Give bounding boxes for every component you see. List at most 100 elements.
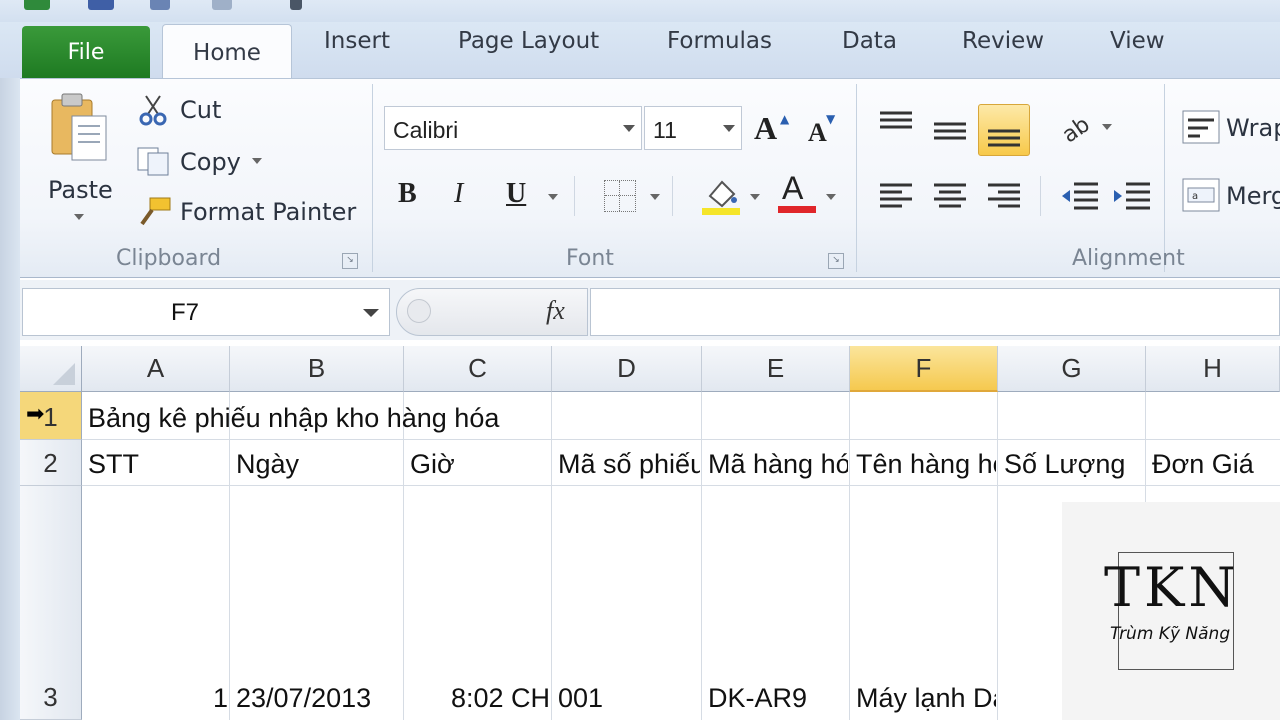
column-header-g[interactable]: G	[998, 346, 1146, 392]
underline-button[interactable]: U	[506, 178, 526, 210]
orientation-dropdown-icon[interactable]	[1102, 124, 1112, 130]
column-header-f[interactable]: F	[850, 346, 998, 392]
watermark-subtitle: Trùm Kỹ Năng	[1110, 624, 1231, 644]
wrap-text-icon[interactable]	[1182, 110, 1220, 144]
cell-d2[interactable]: Mã số phiếu	[558, 446, 700, 482]
cell-e2[interactable]: Mã hàng hóa	[708, 446, 848, 482]
save-icon[interactable]	[88, 0, 114, 10]
alignment-group-label: Alignment	[1072, 246, 1185, 271]
qat-customize-icon[interactable]	[290, 0, 302, 10]
shrink-arrow-icon: ▼	[826, 112, 836, 126]
cell-f2[interactable]: Tên hàng hóa	[856, 446, 996, 482]
expand-handle-icon[interactable]	[407, 299, 431, 323]
font-color-bar	[778, 206, 816, 213]
svg-text:a: a	[1192, 191, 1198, 202]
align-center-icon[interactable]	[934, 182, 966, 210]
row-header-3[interactable]: 3	[20, 486, 82, 720]
name-box[interactable]: F7	[22, 288, 390, 336]
cursor-arrow-icon: ➡	[26, 402, 45, 427]
clipboard-launcher-icon[interactable]: ↘	[342, 253, 358, 269]
column-header-a[interactable]: A	[82, 346, 230, 392]
cell-g2[interactable]: Số Lượng	[1004, 446, 1144, 482]
undo-icon[interactable]	[150, 0, 170, 10]
underline-dropdown-icon[interactable]	[548, 194, 558, 200]
borders-dropdown-icon[interactable]	[650, 194, 660, 200]
gridline	[997, 392, 998, 720]
tab-file[interactable]: File	[22, 26, 150, 78]
name-box-value: F7	[171, 299, 200, 326]
font-name-combo[interactable]: Calibri	[384, 106, 642, 150]
chevron-down-icon[interactable]	[723, 125, 735, 132]
font-color-dropdown-icon[interactable]	[826, 194, 836, 200]
formula-input[interactable]	[590, 288, 1280, 336]
orientation-icon[interactable]: ab	[1058, 112, 1100, 148]
cell-b2[interactable]: Ngày	[236, 446, 402, 482]
gridline	[82, 439, 1280, 440]
group-separator	[856, 84, 857, 272]
cell-a3[interactable]: 1	[88, 680, 228, 716]
tab-insert[interactable]: Insert	[324, 30, 390, 53]
merge-center-button[interactable]: Merg	[1226, 182, 1280, 210]
decrease-indent-icon[interactable]	[1060, 180, 1098, 212]
tab-formulas[interactable]: Formulas	[667, 30, 772, 53]
format-painter-icon[interactable]	[136, 196, 172, 228]
font-size-combo[interactable]: 11	[644, 106, 742, 150]
copy-icon[interactable]	[136, 146, 172, 176]
cell-c2[interactable]: Giờ	[410, 446, 550, 482]
redo-icon[interactable]	[212, 0, 232, 10]
top-align-icon[interactable]	[880, 110, 912, 134]
copy-button[interactable]: Copy	[180, 148, 241, 176]
font-launcher-icon[interactable]: ↘	[828, 253, 844, 269]
shrink-font-button[interactable]: A	[808, 118, 827, 148]
cell-c3[interactable]: 8:02 CH	[410, 680, 550, 716]
column-header-d[interactable]: D	[552, 346, 702, 392]
cut-button[interactable]: Cut	[180, 96, 221, 124]
tab-page-layout[interactable]: Page Layout	[458, 30, 599, 53]
bold-button[interactable]: B	[398, 178, 417, 210]
align-right-icon[interactable]	[988, 182, 1020, 210]
cell-a2[interactable]: STT	[88, 446, 228, 482]
format-painter-button[interactable]: Format Painter	[180, 198, 356, 226]
cell-d3[interactable]: 001	[558, 680, 700, 716]
insert-function-button[interactable]: fx	[546, 296, 565, 326]
column-header-b[interactable]: B	[230, 346, 404, 392]
paste-icon[interactable]	[48, 92, 112, 164]
merge-center-icon[interactable]: a	[1182, 178, 1220, 212]
excel-icon[interactable]	[24, 0, 50, 10]
tab-review[interactable]: Review	[962, 30, 1044, 53]
grow-font-button[interactable]: A	[754, 110, 777, 147]
chevron-down-icon[interactable]	[623, 125, 635, 132]
cell-a1[interactable]: Bảng kê phiếu nhập kho hàng hóa	[88, 400, 688, 436]
cell-e3[interactable]: DK-AR9	[708, 680, 848, 716]
divider	[672, 176, 673, 216]
increase-indent-icon[interactable]	[1112, 180, 1150, 212]
fill-color-dropdown-icon[interactable]	[750, 194, 760, 200]
column-header-h[interactable]: H	[1146, 346, 1280, 392]
window-left-edge	[0, 22, 20, 720]
align-left-icon[interactable]	[880, 182, 912, 210]
cell-b3[interactable]: 23/07/2013	[236, 680, 402, 716]
middle-align-icon[interactable]	[934, 118, 966, 142]
wrap-text-button[interactable]: Wrap	[1226, 114, 1280, 142]
cut-icon[interactable]	[138, 94, 168, 126]
cell-h2[interactable]: Đơn Giá	[1152, 446, 1278, 482]
paste-button[interactable]: Paste	[48, 176, 113, 204]
chevron-down-icon[interactable]	[363, 309, 379, 317]
column-header-e[interactable]: E	[702, 346, 850, 392]
italic-button[interactable]: I	[454, 178, 463, 210]
column-header-c[interactable]: C	[404, 346, 552, 392]
copy-dropdown-icon[interactable]	[252, 158, 262, 164]
row-header-2[interactable]: 2	[20, 440, 82, 486]
gridline	[701, 392, 702, 720]
font-color-button[interactable]: A	[782, 170, 803, 207]
borders-icon[interactable]	[604, 180, 636, 212]
select-all-button[interactable]	[20, 346, 82, 392]
paste-dropdown-icon[interactable]	[74, 214, 84, 220]
tab-data[interactable]: Data	[842, 30, 897, 53]
cell-f3[interactable]: Máy lạnh Daikin	[856, 680, 996, 716]
fill-color-icon[interactable]	[702, 176, 740, 216]
tab-view[interactable]: View	[1110, 30, 1165, 53]
bottom-align-button[interactable]	[978, 104, 1030, 156]
tab-home[interactable]: Home	[162, 24, 292, 81]
bottom-align-icon	[988, 129, 1020, 147]
